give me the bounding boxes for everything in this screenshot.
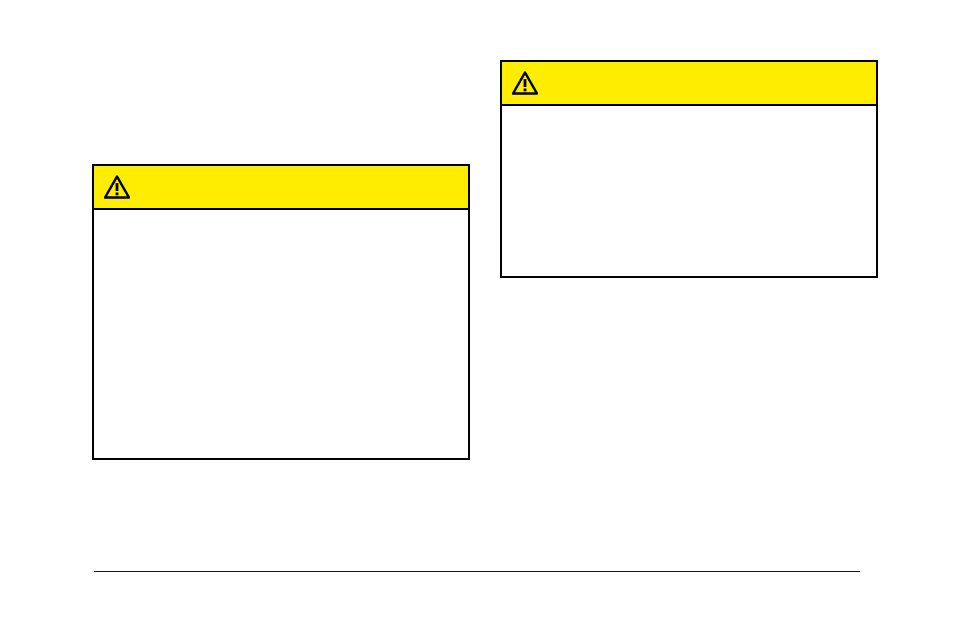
warning-triangle-icon — [104, 175, 130, 199]
caution-body-left — [94, 210, 468, 226]
warning-triangle-icon — [512, 71, 538, 95]
horizontal-rule — [94, 571, 860, 572]
caution-body-right — [502, 106, 876, 122]
caution-box-right — [500, 60, 878, 278]
caution-header-left — [94, 166, 468, 210]
caution-box-left — [92, 164, 470, 460]
caution-header-right — [502, 62, 876, 106]
